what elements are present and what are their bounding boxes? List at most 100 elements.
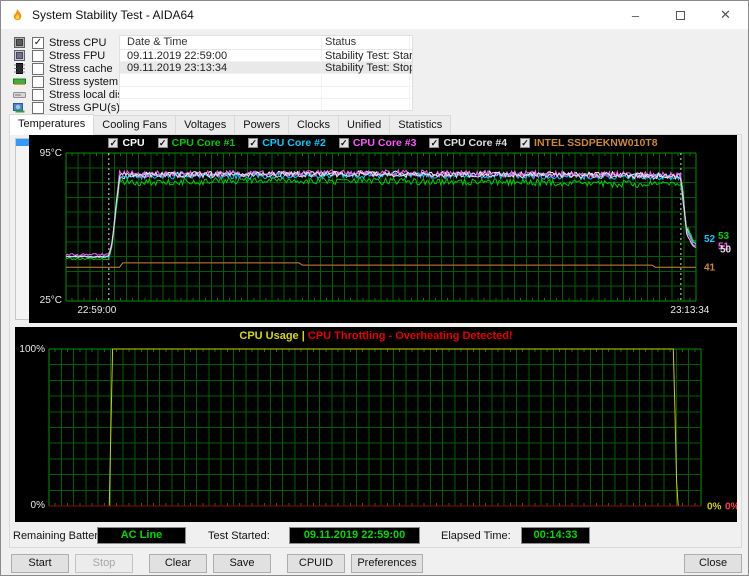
legend-item-cpu-core-3[interactable]: ✓ CPU Core #3 [339,137,417,149]
stress-option-label: Stress GPU(s) [49,102,120,114]
end-value-label: 0% [725,502,737,513]
legend-label: CPU Core #2 [262,137,326,149]
cpu-icon [13,37,26,48]
table-row-empty [120,99,412,111]
scrollbar-thumb[interactable] [16,139,29,146]
table-row[interactable]: 09.11.2019 22:59:00Stability Test: Start… [120,50,412,62]
checkbox-checked-icon[interactable]: ✓ [158,138,168,148]
test-started-value: 09.11.2019 22:59:00 [289,527,420,544]
checkbox-checked-icon[interactable]: ✓ [108,138,118,148]
cell-empty [322,99,410,110]
y-axis-max-label: 95°C [29,148,62,159]
checkbox-unchecked[interactable] [32,63,44,75]
legend-item-cpu[interactable]: ✓ CPU [108,137,144,149]
cpu-usage-label: CPU Usage [239,330,298,342]
event-log-table[interactable]: Date & TimeStatus09.11.2019 22:59:00Stab… [119,35,413,111]
legend-item-cpu-core-4[interactable]: ✓CPU Core #4 [429,137,507,149]
end-value-label: 53 [718,231,730,242]
window-title: System Stability Test - AIDA64 [32,8,194,22]
tab-unified[interactable]: Unified [338,115,390,135]
legend-label: INTEL SSDPEKNW010T8 [534,137,658,149]
disk-icon [13,89,26,100]
elapsed-time-label: Elapsed Time: [441,530,511,542]
cache-icon [13,63,26,74]
maximize-button[interactable] [658,1,703,29]
checkbox-checked[interactable]: ✓ [32,37,44,49]
cpu-usage-chart: 0%0% [15,327,737,522]
cell-date-time: 09.11.2019 23:13:34 [120,62,322,73]
close-window-button[interactable]: ✕ [703,1,748,29]
legend-item-intel-ssdpeknw010t8[interactable]: ✓ INTEL SSDPEKNW010T8 [520,137,658,149]
tab-strip: TemperaturesCooling FansVoltagesPowersCl… [9,115,450,135]
temperature-chart-legend: ✓ CPU ✓ CPU Core #1 ✓ CPU Core #2 ✓ CPU Core #3… [29,137,737,149]
tab-voltages[interactable]: Voltages [175,115,235,135]
cell-date-time: 09.11.2019 22:59:00 [120,50,322,61]
checkbox-unchecked[interactable] [32,50,44,62]
x-axis-end-label: 23:13:34 [666,305,714,316]
table-row-empty [120,74,412,86]
temperature-chart: 5253515041 [29,135,737,323]
temperature-scale-scrollbar[interactable] [15,138,30,320]
fpu-icon [13,50,26,61]
checkbox-checked-icon[interactable]: ✓ [429,138,439,148]
checkbox-unchecked[interactable] [32,102,44,114]
checkbox-unchecked[interactable] [32,89,44,101]
stress-option-label: Stress cache [49,63,113,75]
cpuid-button[interactable]: CPUID [287,554,345,573]
column-header-status[interactable]: Status [322,36,410,49]
end-value-label: 0% [707,502,722,513]
system-stability-test-window: System Stability Test - AIDA64 – ✕ ✓ Stre… [0,0,749,576]
end-value-label: 52 [704,234,716,245]
close-button[interactable]: Close [684,554,742,573]
table-row[interactable]: 09.11.2019 23:13:34Stability Test: Stopp… [120,62,412,74]
throttling-alert-label: CPU Throttling - Overheating Detected! [308,330,513,342]
table-header-row: Date & TimeStatus [120,36,412,50]
title-bar: System Stability Test - AIDA64 – ✕ [1,1,748,29]
legend-label: CPU [122,137,144,149]
flame-app-icon [10,8,25,23]
remaining-battery-label: Remaining Battery: [13,530,107,542]
memory-icon [13,76,26,87]
stress-option-label: Stress FPU [49,50,105,62]
tab-powers[interactable]: Powers [234,115,289,135]
column-header-date-time[interactable]: Date & Time [120,36,322,49]
tab-clocks[interactable]: Clocks [288,115,339,135]
tab-statistics[interactable]: Statistics [389,115,451,135]
tab-cooling-fans[interactable]: Cooling Fans [93,115,176,135]
temperature-chart-panel: ✓ CPU ✓ CPU Core #1 ✓ CPU Core #2 ✓ CPU Core #3… [29,135,737,323]
save-button[interactable]: Save [213,554,271,573]
minimize-button[interactable]: – [613,1,658,29]
checkbox-checked-icon[interactable]: ✓ [339,138,349,148]
checkbox-checked-icon[interactable]: ✓ [520,138,530,148]
cell-empty [322,87,410,98]
legend-label: CPU Core #3 [353,137,417,149]
end-value-label: 41 [704,263,716,274]
legend-label: CPU Core #1 [172,137,236,149]
start-button[interactable]: Start [11,554,69,573]
y-axis-max-label: 100% [15,344,45,355]
cell-empty [322,74,410,85]
tab-temperatures[interactable]: Temperatures [9,114,94,135]
legend-item-cpu-core-2[interactable]: ✓ CPU Core #2 [248,137,326,149]
title-separator: | [302,330,305,342]
end-value-label: 50 [720,245,732,256]
preferences-button[interactable]: Preferences [351,554,423,573]
stop-button: Stop [75,554,133,573]
cell-empty [120,99,322,110]
legend-item-cpu-core-1[interactable]: ✓ CPU Core #1 [158,137,236,149]
cell-empty [120,87,322,98]
cell-status: Stability Test: Stopped [322,62,410,73]
cpu-usage-chart-panel: CPU Usage | CPU Throttling - Overheating… [15,327,737,522]
test-started-label: Test Started: [208,530,270,542]
clear-button[interactable]: Clear [149,554,207,573]
checkbox-unchecked[interactable] [32,76,44,88]
table-row-empty [120,87,412,99]
gpu-icon [13,102,26,113]
checkbox-checked-icon[interactable]: ✓ [248,138,258,148]
cpu-usage-chart-title: CPU Usage | CPU Throttling - Overheating… [15,330,737,342]
y-axis-min-label: 25°C [29,295,62,306]
cell-empty [120,74,322,85]
cell-status: Stability Test: Started [322,50,410,61]
remaining-battery-value: AC Line [97,527,186,544]
caption-buttons: – ✕ [613,1,748,29]
